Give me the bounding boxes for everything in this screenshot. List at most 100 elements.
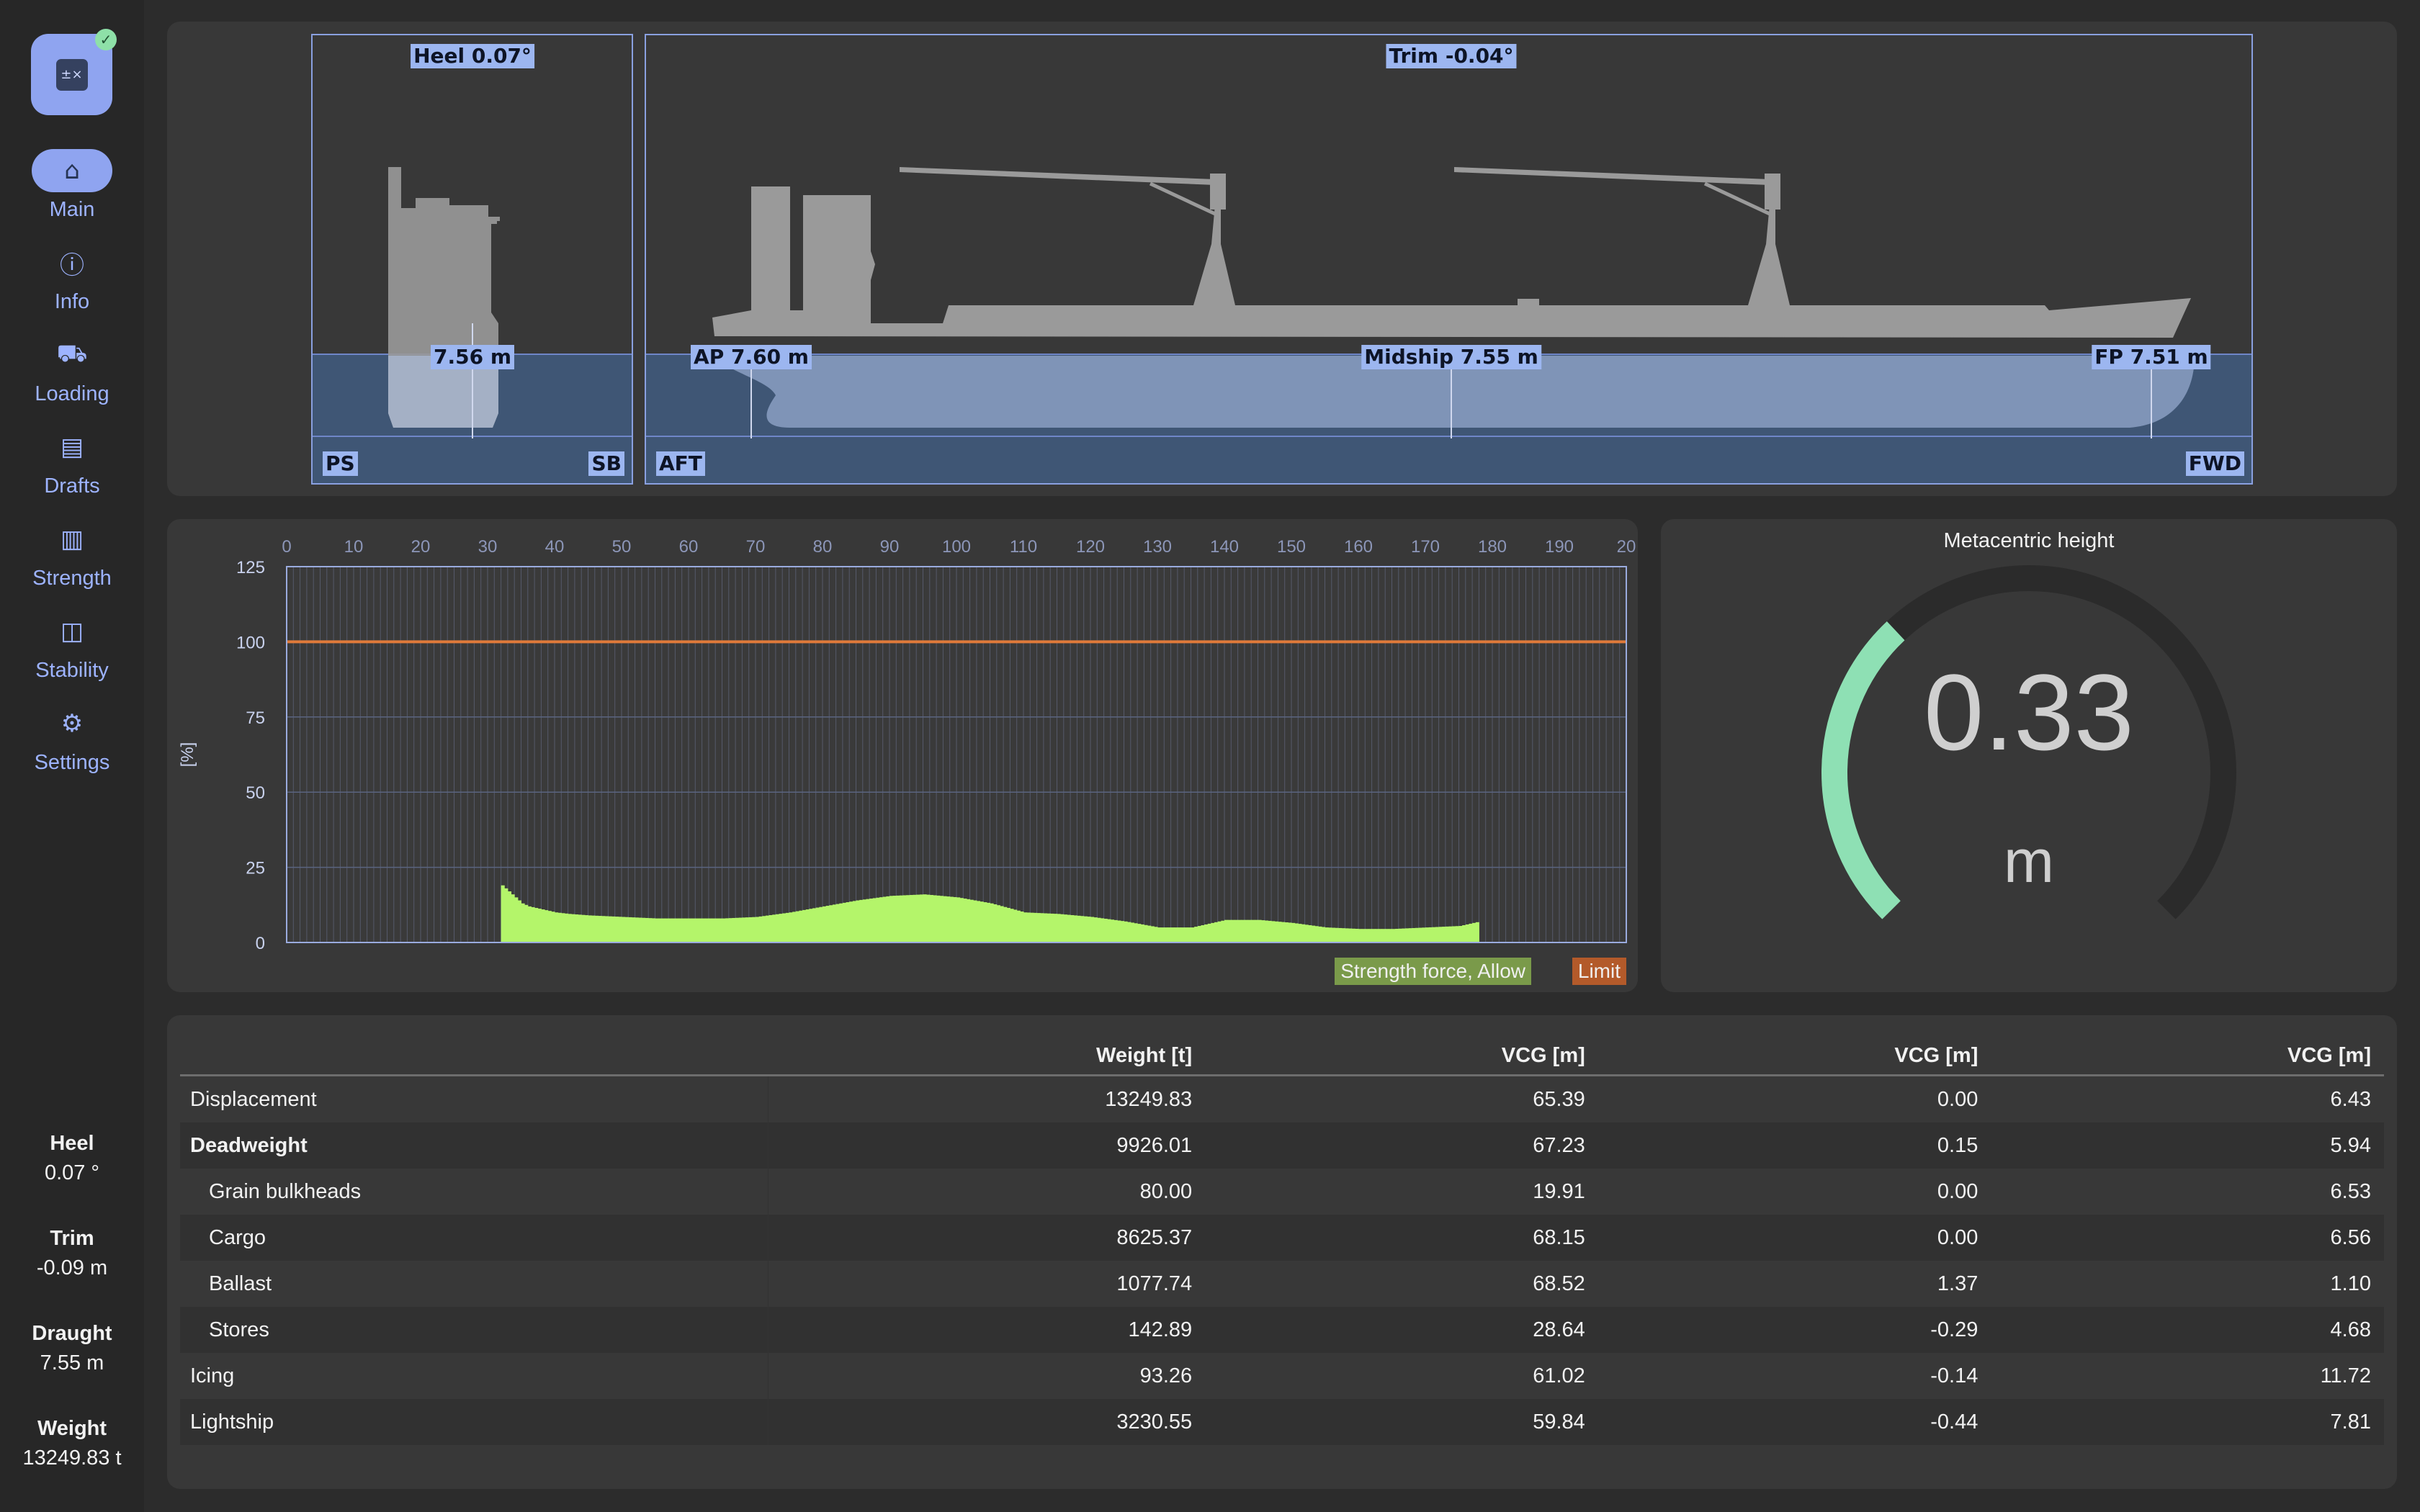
- strength-bar: [591, 915, 596, 942]
- strength-bar: [685, 918, 689, 942]
- nav-loading[interactable]: ⛟ Loading: [0, 333, 144, 406]
- strength-bar: [1016, 910, 1021, 942]
- y-tick-label: 100: [236, 633, 265, 652]
- check-icon: ✓: [95, 29, 117, 50]
- nav-main[interactable]: ⌂ Main: [0, 149, 144, 222]
- strength-bar: [1073, 915, 1077, 942]
- strength-bar: [1057, 914, 1061, 942]
- strength-bar: [1325, 927, 1329, 942]
- strength-bar: [1425, 927, 1430, 942]
- strength-bar: [718, 918, 722, 942]
- strength-bar: [1087, 917, 1091, 942]
- row-cell: 28.64: [1205, 1307, 1598, 1353]
- strength-bar: [1043, 913, 1048, 942]
- strength-bar: [1422, 927, 1426, 942]
- y-tick-label: 50: [246, 783, 265, 803]
- table-header-row: Weight [t] VCG [m] VCG [m] VCG [m]: [180, 1037, 2384, 1076]
- strength-bar: [1134, 923, 1138, 942]
- strength-bar: [1070, 914, 1075, 942]
- x-tick-label: 30: [478, 537, 498, 557]
- strength-bar: [1311, 925, 1316, 942]
- strength-bar: [966, 899, 971, 942]
- strength-bar: [825, 906, 830, 942]
- strength-bar: [1063, 914, 1067, 942]
- metacentric-gauge-panel: Metacentric height 0.33 m: [1661, 519, 2397, 992]
- strength-bar: [976, 901, 981, 942]
- x-tick-label: 170: [1411, 537, 1440, 557]
- strength-bar: [866, 899, 870, 942]
- strength-bar: [631, 917, 636, 942]
- row-name: Cargo: [180, 1215, 768, 1261]
- strength-bar: [983, 902, 987, 942]
- strength-bar: [896, 895, 900, 942]
- strength-bar: [1365, 929, 1369, 942]
- strength-bar: [628, 917, 632, 942]
- strength-bar: [1006, 907, 1010, 942]
- strength-bar: [1392, 929, 1396, 942]
- strength-bar: [1455, 926, 1459, 942]
- ship-view-panel: Heel 0.07° 7.56 m PS SB Trim -0.04° AP 7…: [167, 22, 2397, 496]
- strength-bar: [738, 917, 743, 942]
- strength-bar: [1314, 926, 1319, 942]
- col-vcg-2: VCG [m]: [1597, 1037, 1991, 1076]
- strength-bar: [1298, 924, 1302, 942]
- strength-bar: [641, 917, 646, 942]
- strength-bar: [521, 903, 525, 942]
- row-cell: -0.44: [1597, 1399, 1991, 1445]
- x-tick-label: 40: [545, 537, 565, 557]
- strength-bar: [815, 907, 820, 942]
- nav-settings[interactable]: ⚙ Settings: [0, 702, 144, 775]
- strength-bar: [856, 900, 860, 942]
- table-row: Deadweight 9926.01 67.23 0.15 5.94: [180, 1122, 2384, 1169]
- strength-bar: [956, 897, 961, 942]
- strength-bar: [604, 916, 609, 942]
- y-tick-label: 125: [236, 558, 265, 577]
- heel-label: Heel: [50, 1132, 94, 1155]
- strength-bar: [557, 912, 562, 942]
- strength-bar: [929, 895, 933, 942]
- nav-drafts-label: Drafts: [44, 474, 100, 498]
- row-cell: 11.72: [2320, 1364, 2371, 1387]
- y-tick-label: 0: [256, 934, 265, 953]
- strength-bar: [638, 917, 642, 942]
- strength-bar: [1321, 927, 1325, 942]
- draught-label: Draught: [32, 1322, 112, 1345]
- strength-bar: [953, 896, 957, 942]
- y-axis-label: [%]: [178, 742, 197, 768]
- strength-bar: [661, 918, 666, 942]
- strength-bar: [1371, 929, 1376, 942]
- nav-info[interactable]: ⓘ Info: [0, 241, 144, 314]
- sb-label: SB: [588, 451, 624, 476]
- strength-bar: [1335, 927, 1339, 942]
- strength-bar: [1040, 913, 1044, 942]
- x-tick-label: 120: [1076, 537, 1105, 557]
- strength-bar: [1348, 928, 1353, 942]
- nav-stability[interactable]: ◫ Stability: [0, 610, 144, 683]
- strength-bar: [1010, 909, 1014, 942]
- strength-bar: [728, 918, 732, 942]
- strength-bar: [936, 895, 941, 942]
- nav-loading-label: Loading: [35, 382, 109, 405]
- ruler-icon: ▤: [60, 433, 84, 462]
- strength-bar: [1214, 922, 1219, 942]
- strength-bar: [544, 910, 549, 942]
- strength-bar: [1170, 927, 1175, 942]
- nav-strength[interactable]: ▥ Strength: [0, 518, 144, 590]
- table-row: Icing 93.26 61.02 -0.14 11.72: [180, 1353, 2384, 1399]
- strength-bar: [795, 911, 799, 942]
- row-name: Stores: [180, 1307, 768, 1353]
- strength-bar: [555, 912, 559, 942]
- strength-bar: [913, 894, 917, 942]
- nav-stability-label: Stability: [35, 659, 109, 682]
- strength-bar: [689, 918, 693, 942]
- strength-bar: [765, 915, 770, 942]
- row-cell: 1077.74: [1116, 1272, 1193, 1295]
- strength-bar: [1180, 927, 1185, 942]
- strength-bar: [1448, 926, 1453, 942]
- row-cell: 93.26: [1139, 1364, 1193, 1387]
- strength-bar: [624, 917, 629, 942]
- strength-bar: [725, 918, 730, 942]
- nav-drafts[interactable]: ▤ Drafts: [0, 426, 144, 498]
- row-cell: 6.43: [2330, 1087, 2371, 1111]
- x-tick-label: 90: [880, 537, 900, 557]
